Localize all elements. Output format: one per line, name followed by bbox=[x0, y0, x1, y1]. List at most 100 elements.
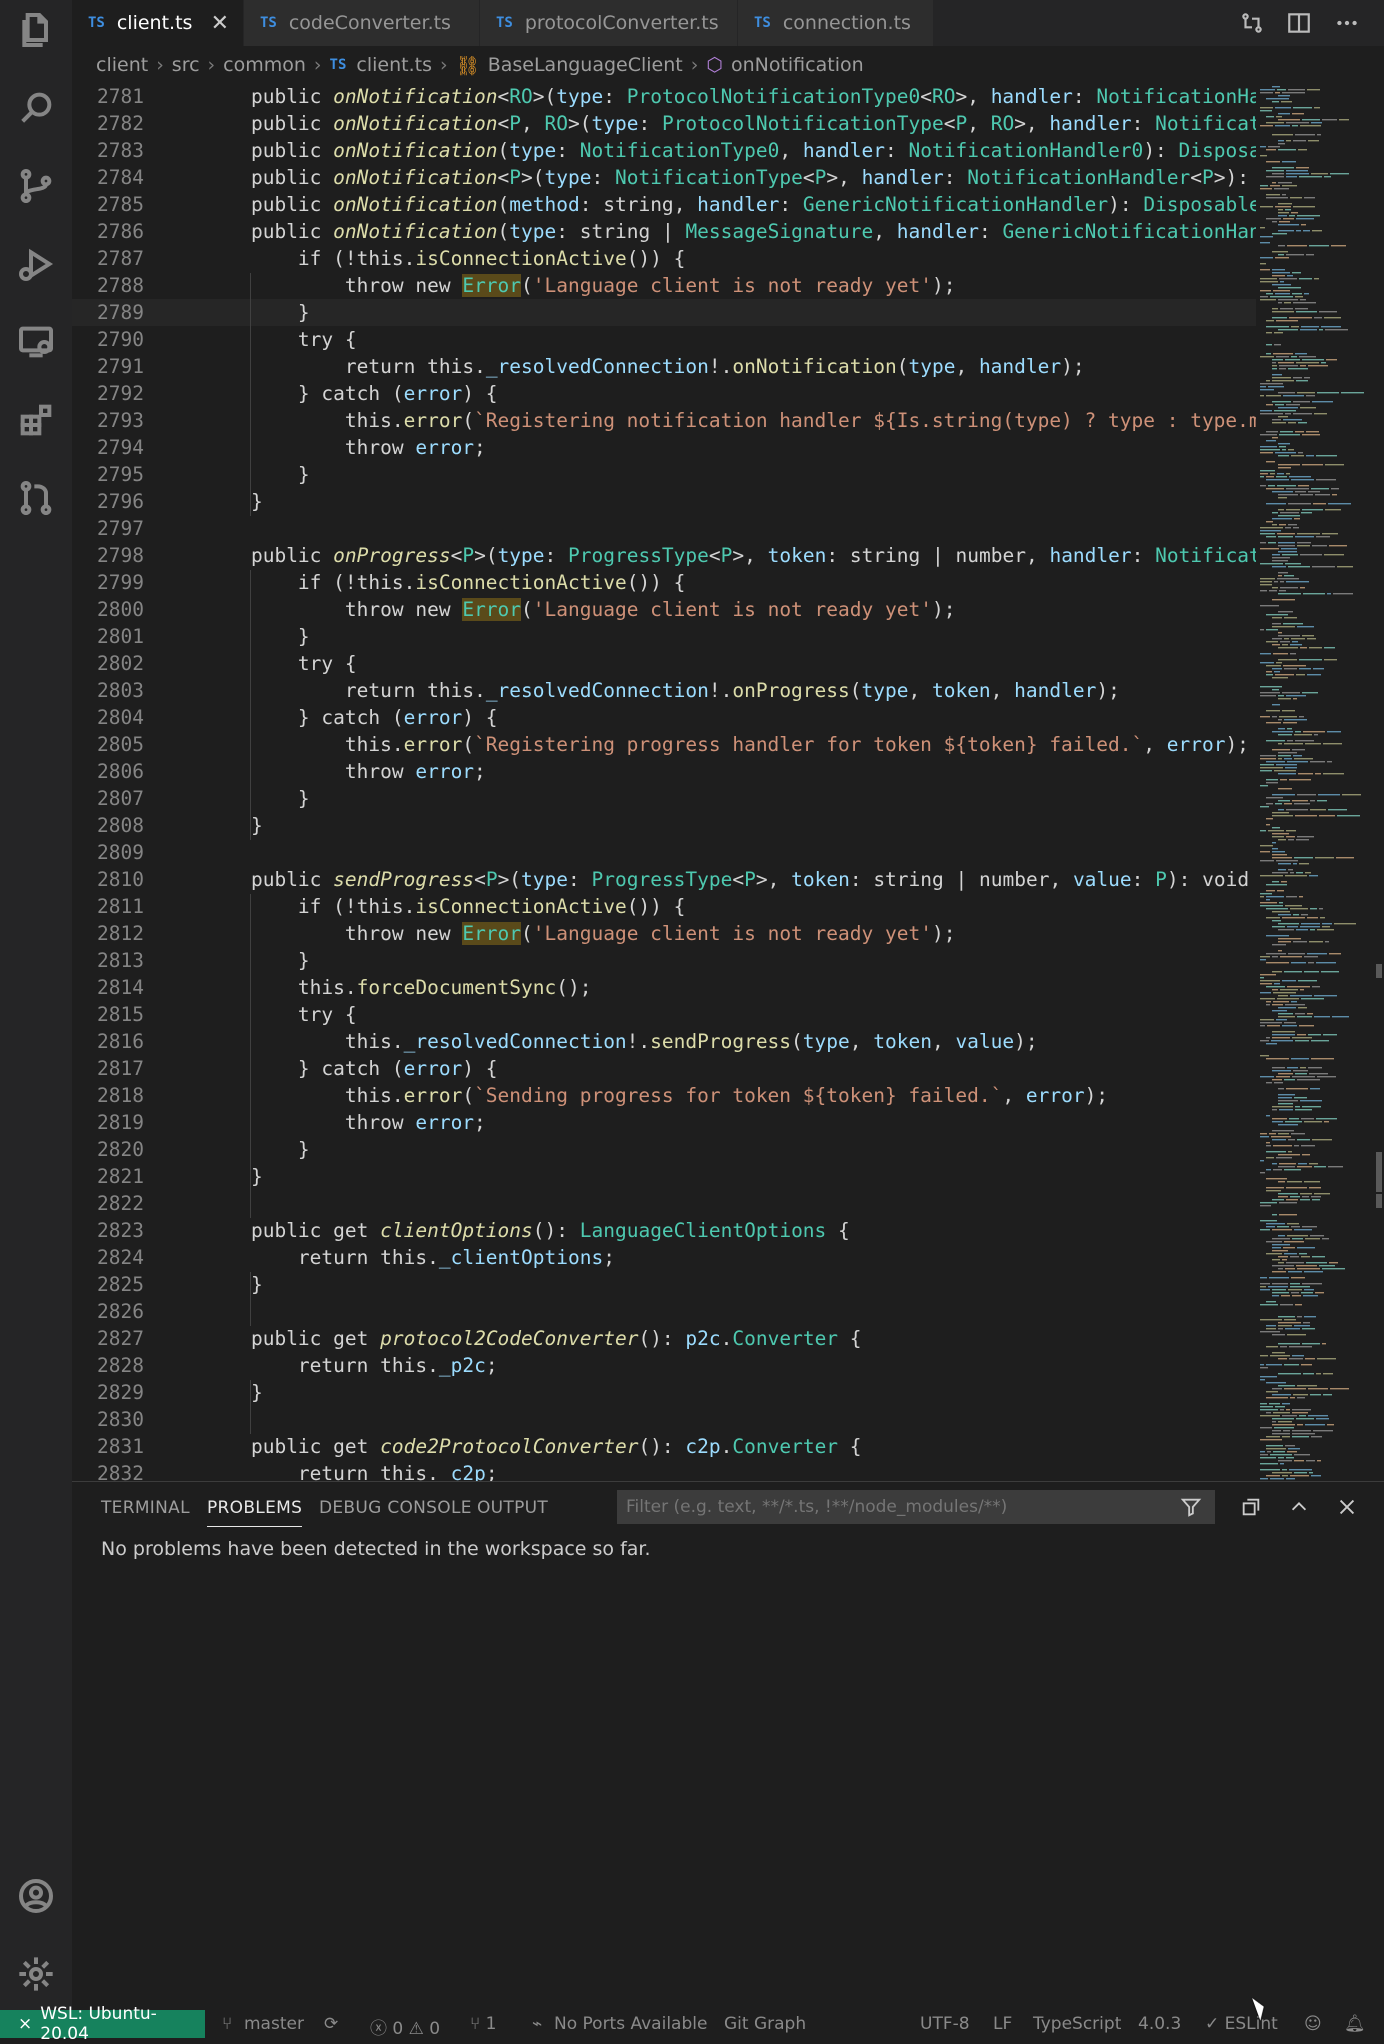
code-line[interactable]: 2823 public get clientOptions(): Languag… bbox=[72, 1217, 1256, 1244]
breadcrumb-item[interactable]: src bbox=[172, 54, 200, 76]
minimap-line bbox=[1260, 188, 1272, 190]
code-line[interactable]: 2809 bbox=[72, 839, 1256, 866]
maximize-panel-icon[interactable] bbox=[1284, 1492, 1314, 1522]
code-line[interactable]: 2828 return this._p2c; bbox=[72, 1352, 1256, 1379]
minimap-line bbox=[1272, 566, 1286, 568]
remote-indicator[interactable]: ⨯ WSL: Ubuntu-20.04 bbox=[0, 2004, 205, 2044]
source-control-icon[interactable] bbox=[14, 164, 58, 208]
minimap-line bbox=[1272, 1079, 1282, 1081]
code-line[interactable]: 2824 return this._clientOptions; bbox=[72, 1244, 1256, 1271]
minimap-line bbox=[1260, 530, 1281, 532]
minimap-line bbox=[1270, 1478, 1284, 1480]
minimap-line bbox=[1308, 962, 1314, 964]
code-line[interactable]: 2787 if (!this.isConnectionActive()) { bbox=[72, 245, 1256, 272]
tab-connection-ts[interactable]: TS connection.ts bbox=[738, 0, 934, 46]
accounts-icon[interactable] bbox=[14, 1874, 58, 1918]
minimap-line bbox=[1276, 860, 1298, 862]
minimap-line bbox=[1277, 578, 1299, 580]
filter-icon[interactable] bbox=[1176, 1492, 1206, 1522]
minimap-line bbox=[1285, 1121, 1302, 1123]
minimap-line bbox=[1289, 1469, 1312, 1471]
close-icon[interactable]: ✕ bbox=[211, 11, 229, 36]
minimap-line bbox=[1278, 1103, 1293, 1105]
minimap-line bbox=[1281, 881, 1287, 883]
ts-version[interactable]: 4.0.3 bbox=[1138, 2014, 1181, 2034]
code-line[interactable]: 2827 public get protocol2CodeConverter()… bbox=[72, 1325, 1256, 1352]
minimap-line bbox=[1278, 1256, 1288, 1258]
code-line[interactable]: 2832 return this._c2p; bbox=[72, 1460, 1256, 1481]
code-line[interactable]: 2783 public onNotification(type: Notific… bbox=[72, 137, 1256, 164]
problems-count[interactable]: ⓧ 0 ⚠ 0 bbox=[370, 2014, 440, 2039]
code-editor[interactable]: 2781 public onNotification<RO>(type: Pro… bbox=[72, 84, 1256, 1481]
tab-client-ts[interactable]: TS client.ts ✕ bbox=[72, 0, 244, 46]
code-line[interactable]: 2831 public get code2ProtocolConverter()… bbox=[72, 1433, 1256, 1460]
breadcrumb-item[interactable]: client.ts bbox=[356, 54, 432, 76]
minimap-line bbox=[1312, 1199, 1320, 1201]
minimap-line bbox=[1260, 1289, 1270, 1291]
problems-filter-input[interactable] bbox=[617, 1490, 1215, 1524]
breadcrumb-item[interactable]: onNotification bbox=[731, 54, 864, 76]
code-line[interactable]: 2784 public onNotification<P>(type: Noti… bbox=[72, 164, 1256, 191]
bottom-panel: TERMINAL PROBLEMS DEBUG CONSOLE OUTPUT N… bbox=[72, 1481, 1384, 2011]
remote-explorer-icon[interactable] bbox=[14, 320, 58, 364]
more-actions-icon[interactable] bbox=[1330, 6, 1364, 40]
code-line[interactable]: 2781 public onNotification<RO>(type: Pro… bbox=[72, 84, 1256, 110]
breadcrumb-item[interactable]: common bbox=[223, 54, 306, 76]
tab-protocolconverter-ts[interactable]: TS protocolConverter.ts bbox=[480, 0, 738, 46]
run-debug-icon[interactable] bbox=[14, 242, 58, 286]
settings-gear-icon[interactable] bbox=[14, 1952, 58, 1996]
sync-icon[interactable]: ⟳ bbox=[324, 2014, 338, 2034]
minimap-line bbox=[1266, 803, 1273, 805]
minimap-line bbox=[1341, 392, 1364, 394]
tab-terminal[interactable]: TERMINAL bbox=[101, 1498, 190, 1518]
breadcrumb-item[interactable]: BaseLanguageClient bbox=[488, 54, 683, 76]
git-graph-button[interactable]: Git Graph bbox=[724, 2014, 806, 2034]
minimap-line bbox=[1272, 1214, 1277, 1216]
minimap-line bbox=[1274, 1427, 1294, 1429]
pull-requests-icon[interactable] bbox=[14, 476, 58, 520]
line-number: 2817 bbox=[97, 1057, 144, 1080]
git-branch[interactable]: master bbox=[244, 2014, 304, 2034]
code-line[interactable]: 2785 public onNotification(method: strin… bbox=[72, 191, 1256, 218]
eol-status[interactable]: LF bbox=[993, 2014, 1012, 2034]
minimap-line bbox=[1296, 230, 1301, 232]
collapse-all-icon[interactable] bbox=[1236, 1492, 1266, 1522]
feedback-icon[interactable]: ☺ bbox=[1304, 2014, 1322, 2034]
language-mode[interactable]: TypeScript bbox=[1033, 2014, 1121, 2034]
encoding-status[interactable]: UTF-8 bbox=[920, 2014, 970, 2034]
search-icon[interactable] bbox=[14, 86, 58, 130]
minimap-line bbox=[1260, 242, 1270, 244]
close-panel-icon[interactable] bbox=[1332, 1492, 1362, 1522]
code-line[interactable]: 2786 public onNotification(type: string … bbox=[72, 218, 1256, 245]
minimap-line bbox=[1260, 662, 1274, 664]
minimap-line bbox=[1260, 584, 1272, 586]
minimap-line bbox=[1272, 1283, 1288, 1285]
editor-scrollbar[interactable] bbox=[1374, 84, 1384, 1481]
explorer-icon[interactable] bbox=[14, 8, 58, 52]
minimap[interactable] bbox=[1256, 84, 1374, 1481]
code-line[interactable]: 2797 bbox=[72, 515, 1256, 542]
code-line[interactable]: 2782 public onNotification<P, RO>(type: … bbox=[72, 110, 1256, 137]
minimap-line bbox=[1287, 728, 1292, 730]
broadcast-icon: ⌁ bbox=[532, 2014, 543, 2034]
code-line[interactable]: 2798 public onProgress<P>(type: Progress… bbox=[72, 542, 1256, 569]
extensions-icon[interactable] bbox=[14, 398, 58, 442]
tab-codeconverter-ts[interactable]: TS codeConverter.ts bbox=[244, 0, 480, 46]
notifications-bell-icon[interactable]: 🔔︎ bbox=[1344, 2014, 1366, 2034]
minimap-line bbox=[1260, 146, 1266, 148]
minimap-line bbox=[1278, 140, 1284, 142]
forwarded-ports[interactable]: ⑂ 1 bbox=[470, 2014, 496, 2034]
tab-output[interactable]: OUTPUT bbox=[477, 1498, 548, 1518]
code-line[interactable]: 2810 public sendProgress<P>(type: Progre… bbox=[72, 866, 1256, 893]
ports-status[interactable]: No Ports Available bbox=[554, 2014, 707, 2034]
tab-problems[interactable]: PROBLEMS bbox=[207, 1498, 303, 1527]
open-changes-icon[interactable] bbox=[1235, 6, 1269, 40]
minimap-line bbox=[1300, 125, 1321, 127]
minimap-line bbox=[1272, 1031, 1295, 1033]
minimap-line bbox=[1291, 638, 1305, 640]
minimap-line bbox=[1294, 518, 1300, 520]
code-text: this.forceDocumentSync(); bbox=[297, 976, 592, 999]
split-editor-icon[interactable] bbox=[1282, 6, 1316, 40]
tab-debug-console[interactable]: DEBUG CONSOLE bbox=[319, 1498, 472, 1518]
breadcrumb-item[interactable]: client bbox=[96, 54, 148, 76]
